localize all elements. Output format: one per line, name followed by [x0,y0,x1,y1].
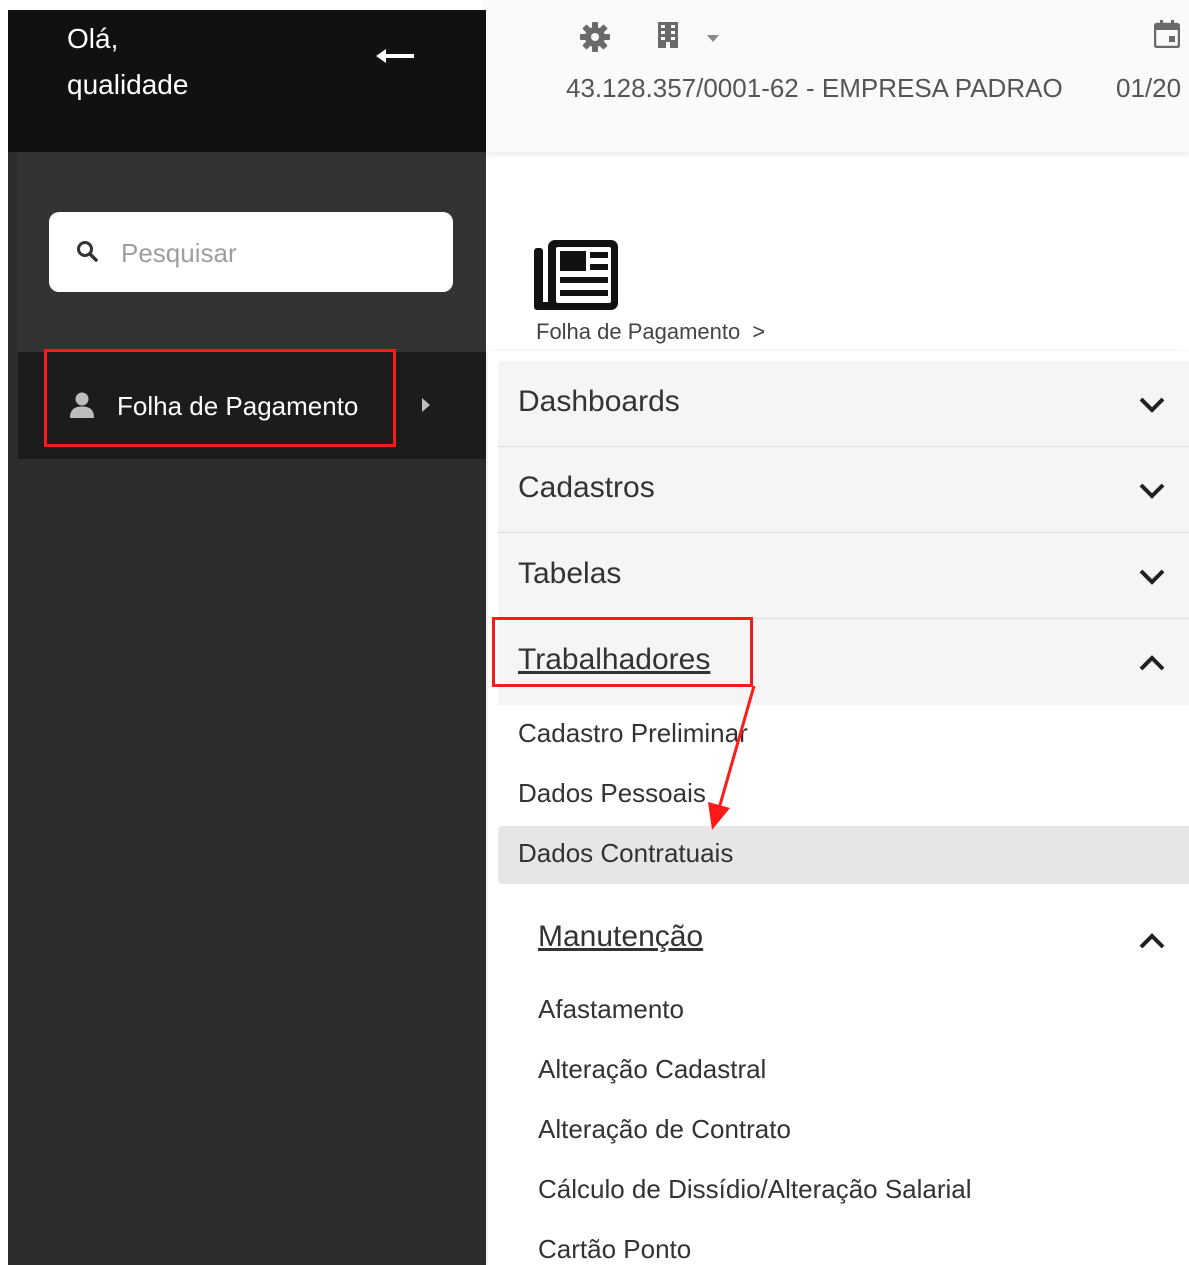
menu-item-calculo-de-dissidio[interactable]: Cálculo de Dissídio/Alteração Salarial [538,1174,972,1205]
search-box[interactable] [49,212,453,292]
section-dashboards[interactable]: Dashboards [498,361,1189,447]
menu-item-alteracao-de-contrato[interactable]: Alteração de Contrato [538,1114,791,1145]
chevron-up-icon [1138,654,1166,672]
breadcrumb[interactable]: Folha de Pagamento > [536,319,765,345]
menu-item-cartao-ponto[interactable]: Cartão Ponto [538,1234,691,1265]
sidebar-header: Olá, qualidade [8,10,486,152]
section-cadastros[interactable]: Cadastros [498,447,1189,533]
search-input[interactable] [119,228,443,278]
sidebar-item-label: Folha de Pagamento [117,391,359,421]
breadcrumb-separator: > [752,319,766,344]
chevron-down-icon [1138,482,1166,500]
gear-icon[interactable] [580,22,610,52]
greeting-line-1: Olá, [67,23,119,54]
section-label: Manutenção [538,920,704,953]
building-icon[interactable] [656,22,680,48]
section-label: Dashboards [518,385,680,418]
search-area [18,152,486,352]
breadcrumb-item[interactable]: Folha de Pagamento [536,319,740,344]
chevron-down-icon [1138,568,1166,586]
chevron-up-icon [1138,932,1166,950]
greeting: Olá, qualidade [67,16,188,108]
search-icon [76,240,98,262]
section-trabalhadores[interactable]: Trabalhadores [498,619,1189,705]
sidebar: Olá, qualidade F [8,10,486,1265]
section-manutencao[interactable]: Manutenção [498,906,1189,970]
period-date-text[interactable]: 01/20 [1116,73,1181,104]
newspaper-icon [534,240,618,310]
menu-item-dados-pessoais[interactable]: Dados Pessoais [518,778,706,809]
section-label: Cadastros [518,471,655,504]
section-label: Trabalhadores [518,643,711,676]
menu-item-dados-contratuais[interactable]: Dados Contratuais [518,838,733,869]
left-edge [0,0,8,1265]
user-icon [70,392,94,418]
menu-item-afastamento[interactable]: Afastamento [538,994,684,1025]
chevron-down-icon [1138,396,1166,414]
dropdown-icon[interactable] [706,30,720,42]
calendar-icon[interactable] [1153,20,1181,49]
topbar: 43.128.357/0001-62 - EMPRESA PADRAO 01/2… [486,0,1189,152]
company-selector-text[interactable]: 43.128.357/0001-62 - EMPRESA PADRAO [566,73,1063,104]
sidebar-item-folha-de-pagamento[interactable]: Folha de Pagamento [18,352,486,459]
greeting-line-2: qualidade [67,69,189,100]
top-edge [0,0,486,10]
section-tabelas[interactable]: Tabelas [498,533,1189,619]
section-label: Tabelas [518,557,622,590]
arrow-left-icon[interactable] [370,36,420,76]
menu-item-alteracao-cadastral[interactable]: Alteração Cadastral [538,1054,766,1085]
menu-item-cadastro-preliminar[interactable]: Cadastro Preliminar [518,718,748,749]
caret-right-icon [420,396,432,414]
